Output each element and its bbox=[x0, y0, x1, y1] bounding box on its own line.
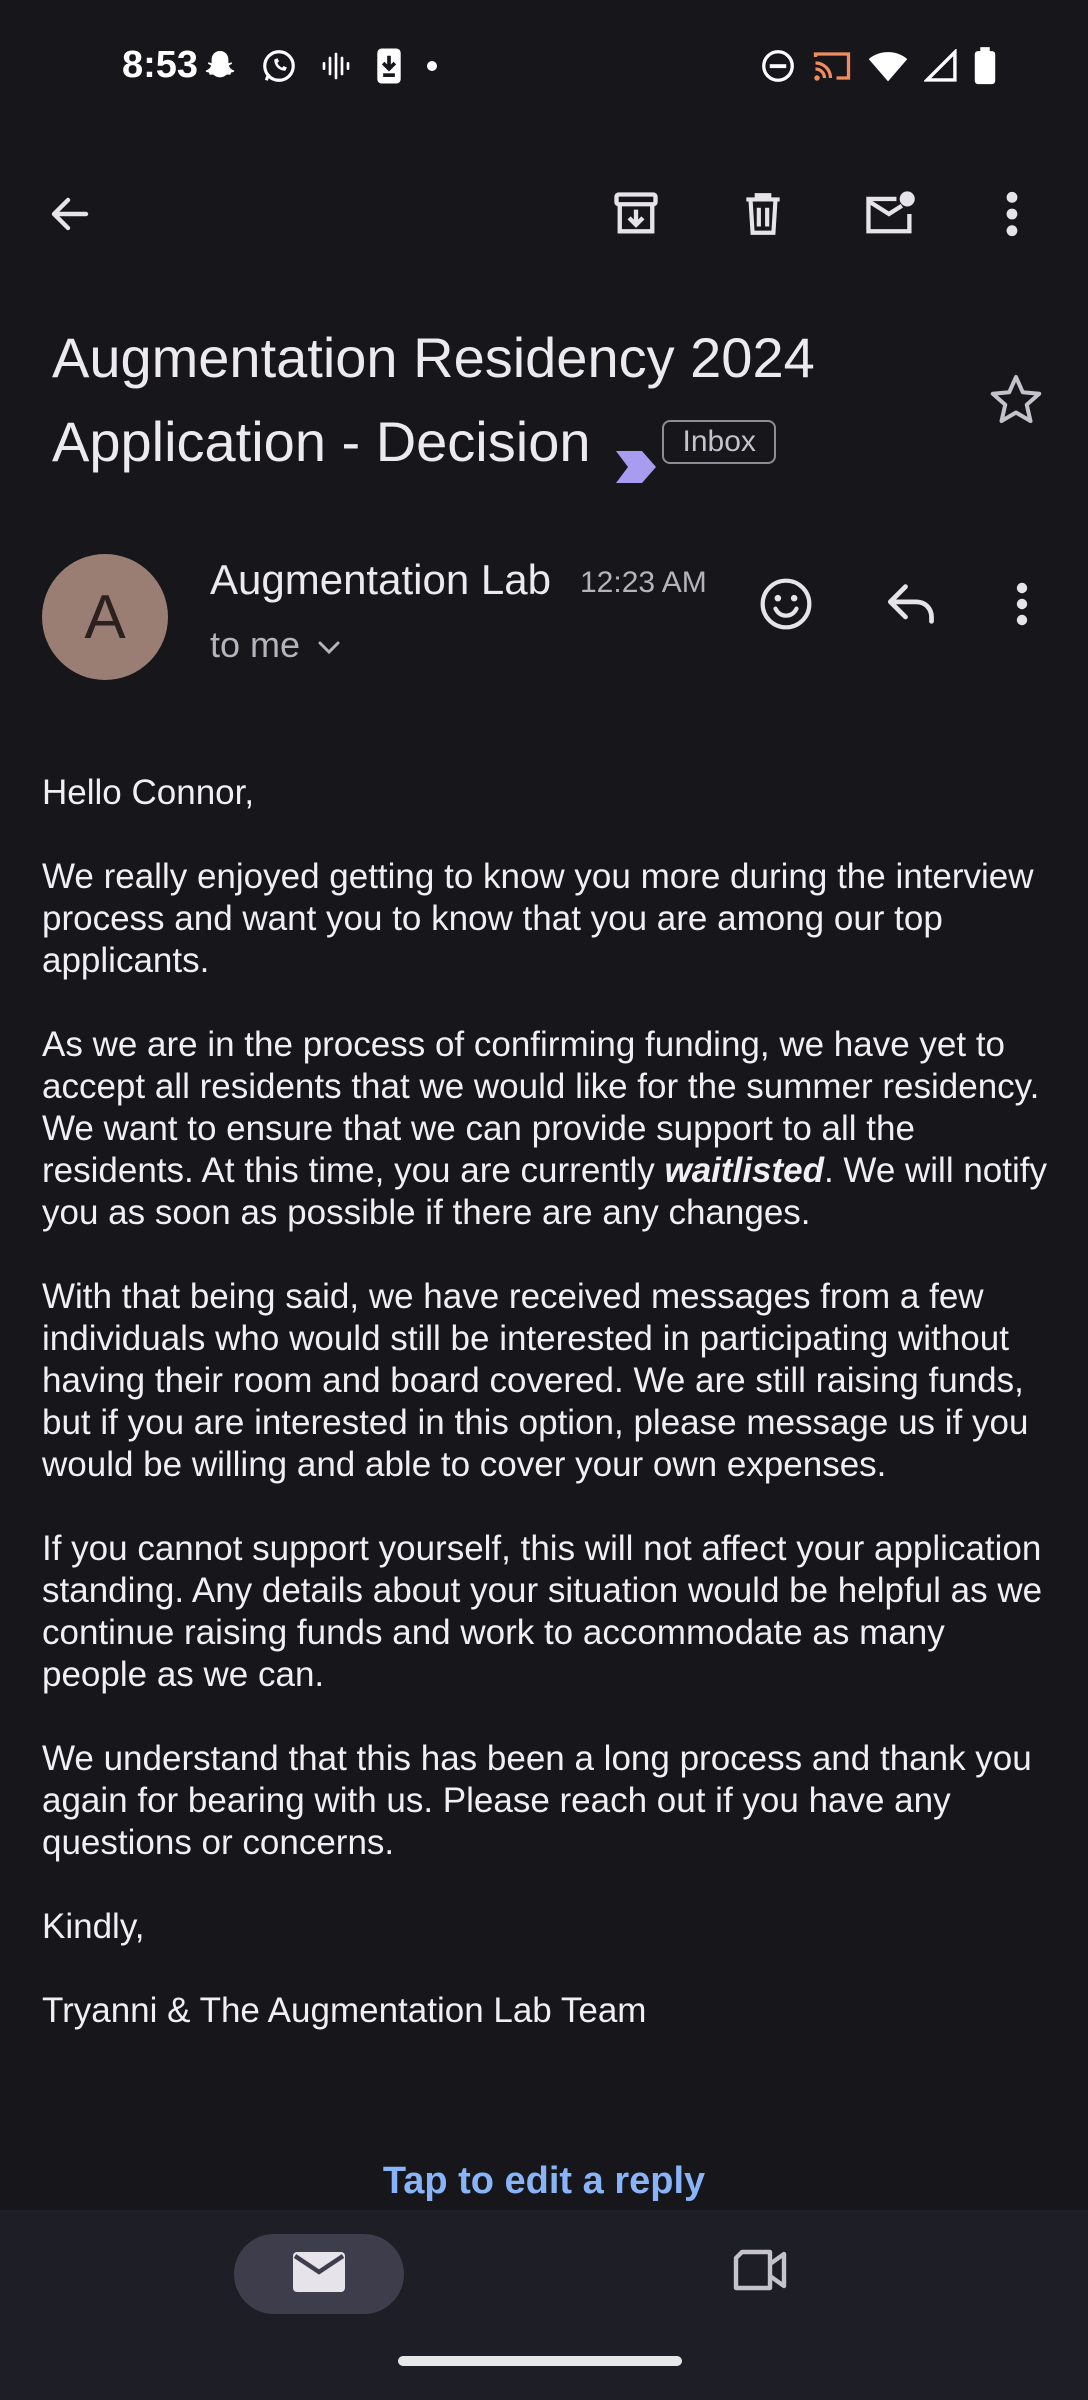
star-icon bbox=[986, 370, 1046, 435]
snapchat-icon bbox=[202, 48, 238, 89]
star-button[interactable] bbox=[986, 370, 1046, 430]
nav-meet-tab[interactable] bbox=[728, 2240, 792, 2304]
emoji-icon bbox=[758, 576, 814, 637]
body-paragraph-5: We understand that this has been a long … bbox=[42, 1739, 1032, 1862]
more-options-button[interactable] bbox=[980, 184, 1044, 248]
recipients-label: to me bbox=[210, 624, 301, 665]
bottom-navigation bbox=[0, 2210, 1088, 2400]
battery-icon bbox=[974, 46, 996, 90]
email-toolbar bbox=[0, 170, 1088, 262]
react-emoji-button[interactable] bbox=[754, 574, 818, 638]
more-vert-icon bbox=[1002, 189, 1022, 244]
email-subject: Augmentation Residency 2024 Application … bbox=[52, 316, 952, 484]
home-indicator[interactable] bbox=[398, 2356, 682, 2366]
mark-unread-icon bbox=[862, 188, 918, 245]
back-icon bbox=[46, 190, 94, 243]
status-left-icons bbox=[202, 46, 438, 90]
archive-icon bbox=[610, 188, 662, 245]
sender-name: Augmentation Lab bbox=[210, 556, 551, 603]
status-bar: 8:53 bbox=[0, 0, 1088, 136]
more-vert-icon bbox=[1013, 580, 1031, 633]
mark-unread-button[interactable] bbox=[858, 184, 922, 248]
back-button[interactable] bbox=[38, 184, 102, 248]
message-more-button[interactable] bbox=[990, 574, 1054, 638]
delete-button[interactable] bbox=[731, 184, 795, 248]
body-paragraph-1: We really enjoyed getting to know you mo… bbox=[42, 857, 1034, 980]
status-time: 8:53 bbox=[122, 44, 199, 86]
voice-icon bbox=[320, 50, 352, 87]
download-icon bbox=[374, 47, 404, 90]
body-paragraph-3: With that being said, we have received m… bbox=[42, 1277, 1029, 1484]
subject-line-2-row: Application - Decision Inbox bbox=[52, 400, 952, 484]
signal-icon bbox=[922, 47, 958, 88]
dot-icon bbox=[426, 59, 438, 77]
meet-icon bbox=[732, 2248, 788, 2297]
subject-line-2: Application - Decision bbox=[52, 410, 591, 473]
mail-icon bbox=[291, 2250, 347, 2299]
tap-to-reply-link[interactable]: Tap to edit a reply bbox=[0, 2160, 1088, 2203]
archive-button[interactable] bbox=[604, 184, 668, 248]
waitlisted-emphasis: waitlisted bbox=[664, 1151, 824, 1190]
cast-icon bbox=[812, 48, 852, 89]
body-paragraph-4: If you cannot support yourself, this wil… bbox=[42, 1529, 1043, 1694]
reply-icon bbox=[886, 582, 938, 631]
recipients-toggle[interactable]: to me bbox=[210, 624, 342, 666]
whatsapp-icon bbox=[260, 47, 298, 90]
dnd-icon bbox=[760, 48, 796, 89]
greeting: Hello Connor, bbox=[42, 773, 255, 812]
wifi-icon bbox=[868, 49, 908, 88]
importance-marker-icon bbox=[614, 424, 658, 483]
inbox-label-chip[interactable]: Inbox bbox=[662, 420, 776, 464]
body-paragraph-2: As we are in the process of confirming f… bbox=[42, 1024, 1052, 1234]
avatar[interactable]: A bbox=[42, 554, 168, 680]
subject-line-1: Augmentation Residency 2024 bbox=[52, 326, 815, 389]
signoff: Kindly, bbox=[42, 1907, 145, 1946]
chevron-down-icon bbox=[316, 624, 342, 666]
email-body: Hello Connor, We really enjoyed getting … bbox=[42, 772, 1052, 2074]
nav-mail-tab[interactable] bbox=[234, 2234, 404, 2314]
delete-icon bbox=[738, 189, 788, 244]
status-right-icons bbox=[760, 46, 996, 90]
email-time: 12:23 AM bbox=[580, 566, 707, 599]
signature: Tryanni & The Augmentation Lab Team bbox=[42, 1991, 647, 2030]
reply-button[interactable] bbox=[880, 574, 944, 638]
